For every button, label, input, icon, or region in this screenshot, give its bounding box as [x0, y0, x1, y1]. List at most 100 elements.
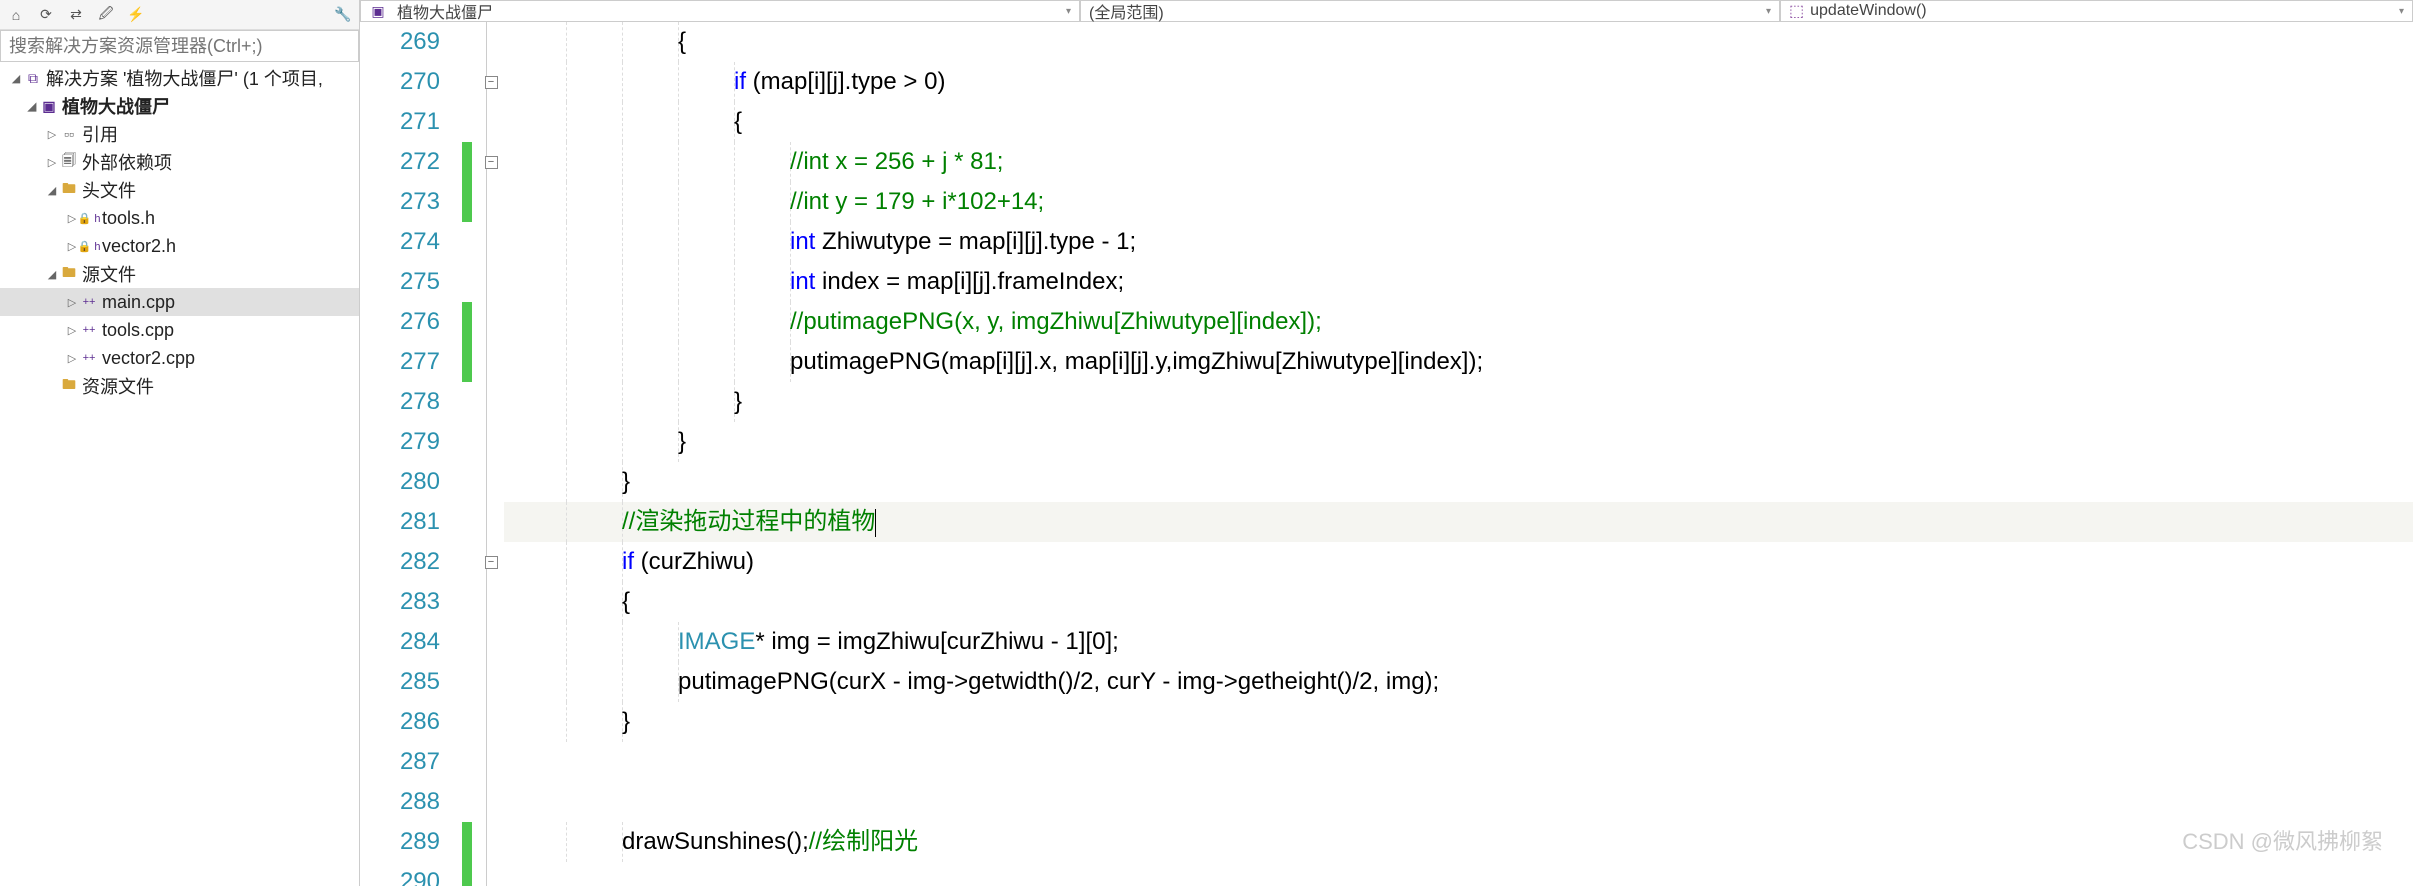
line-number: 278 — [360, 382, 440, 422]
fold-cell — [478, 222, 504, 262]
project-label: 植物大战僵尸 — [62, 93, 170, 119]
line-number: 277 — [360, 342, 440, 382]
change-marker — [460, 542, 478, 582]
line-number: 287 — [360, 742, 440, 782]
resources-folder-node[interactable]: 🖿 资源文件 — [0, 372, 359, 400]
sources-label: 源文件 — [82, 261, 136, 287]
fold-cell — [478, 782, 504, 822]
line-number: 282 — [360, 542, 440, 582]
header-file-node[interactable]: ▷ 🔒 h vector2.h — [0, 232, 359, 260]
external-deps-node[interactable]: ▷ 🗐 外部依赖项 — [0, 148, 359, 176]
fold-cell — [478, 462, 504, 502]
fold-toggle[interactable]: − — [485, 156, 498, 169]
code-line[interactable] — [504, 742, 2413, 782]
file-label: tools.h — [102, 208, 155, 229]
search-input-container[interactable] — [0, 30, 359, 62]
code-line[interactable]: } — [504, 462, 2413, 502]
code-line[interactable]: drawSunshines();//绘制阳光 — [504, 822, 2413, 862]
source-file-node[interactable]: ▷ ++ tools.cpp — [0, 316, 359, 344]
header-file-node[interactable]: ▷ 🔒 h tools.h — [0, 204, 359, 232]
change-marker — [462, 862, 472, 886]
breadcrumb-file[interactable]: ▣ 植物大战僵尸 ▾ — [360, 0, 1080, 21]
references-node[interactable]: ▷ ▫▫ 引用 — [0, 120, 359, 148]
expand-arrow-icon[interactable]: ▷ — [64, 296, 80, 309]
file-label: main.cpp — [102, 292, 175, 313]
fold-toggle[interactable]: − — [485, 556, 498, 569]
expand-arrow-icon[interactable]: ▷ — [64, 352, 80, 365]
code-line[interactable]: //putimagePNG(x, y, imgZhiwu[Zhiwutype][… — [504, 302, 2413, 342]
collapse-arrow-icon[interactable]: ◢ — [44, 268, 60, 281]
home-icon[interactable]: ⌂ — [6, 5, 26, 25]
breadcrumb-scope[interactable]: (全局范围) ▾ — [1080, 0, 1780, 21]
expand-arrow-icon[interactable]: ▷ — [44, 156, 60, 169]
code-line[interactable]: putimagePNG(map[i][j].x, map[i][j].y,img… — [504, 342, 2413, 382]
code-line[interactable] — [504, 862, 2413, 886]
source-file-node[interactable]: ▷ ++ vector2.cpp — [0, 344, 359, 372]
chevron-down-icon[interactable]: ▾ — [2399, 6, 2404, 17]
change-marker — [462, 822, 472, 862]
code-editor[interactable]: 2692702712722732742752762772782792802812… — [360, 22, 2413, 886]
solution-node[interactable]: ◢ ⧉ 解决方案 '植物大战僵尸' (1 个项目, — [0, 64, 359, 92]
fold-toggle[interactable]: − — [485, 76, 498, 89]
code-area[interactable]: {if (map[i][j].type > 0){//int x = 256 +… — [504, 22, 2413, 886]
wrench2-icon[interactable]: 🔧 — [333, 5, 353, 25]
expand-arrow-icon[interactable]: ▷ — [64, 324, 80, 337]
change-marker — [460, 742, 478, 782]
references-icon: ▫▫ — [60, 125, 78, 143]
breadcrumb-file-label: 植物大战僵尸 — [397, 0, 493, 23]
project-icon: ▣ — [369, 2, 387, 20]
fold-cell: − — [478, 62, 504, 102]
project-node[interactable]: ◢ ▣ 植物大战僵尸 — [0, 92, 359, 120]
change-marker — [460, 102, 478, 142]
line-number: 274 — [360, 222, 440, 262]
expand-arrow-icon[interactable]: ▷ — [44, 128, 60, 141]
search-input[interactable] — [9, 36, 350, 57]
line-number: 271 — [360, 102, 440, 142]
editor-main: ▣ 植物大战僵尸 ▾ (全局范围) ▾ ⬚ updateWindow() ▾ 2… — [360, 0, 2413, 886]
refresh-icon[interactable]: ⟳ — [36, 5, 56, 25]
code-line[interactable]: //int x = 256 + j * 81; — [504, 142, 2413, 182]
fold-cell — [478, 102, 504, 142]
sources-folder-node[interactable]: ◢ 🖿 源文件 — [0, 260, 359, 288]
wrench-icon[interactable]: ⚡ — [126, 5, 146, 25]
sync-icon[interactable]: 🖉 — [96, 5, 116, 25]
fold-cell — [478, 702, 504, 742]
code-line[interactable]: } — [504, 422, 2413, 462]
resources-label: 资源文件 — [82, 373, 154, 399]
code-line[interactable]: //int y = 179 + i*102+14; — [504, 182, 2413, 222]
collapse-arrow-icon[interactable]: ◢ — [8, 72, 24, 85]
code-line[interactable]: //渲染拖动过程中的植物 — [504, 502, 2413, 542]
folder-icon: 🖿 — [60, 181, 78, 199]
code-line[interactable]: int index = map[i][j].frameIndex; — [504, 262, 2413, 302]
function-icon: ⬚ — [1789, 1, 1804, 21]
collapse-icon[interactable]: ⇄ — [66, 5, 86, 25]
code-line[interactable]: if (curZhiwu) — [504, 542, 2413, 582]
code-line[interactable]: } — [504, 702, 2413, 742]
code-line[interactable]: if (map[i][j].type > 0) — [504, 62, 2413, 102]
text-cursor — [875, 509, 876, 537]
cpp-file-icon: ++ — [80, 321, 98, 339]
headers-folder-node[interactable]: ◢ 🖿 头文件 — [0, 176, 359, 204]
chevron-down-icon[interactable]: ▾ — [1066, 6, 1071, 17]
change-marker — [462, 302, 472, 342]
code-line[interactable]: { — [504, 22, 2413, 62]
code-line[interactable]: int Zhiwutype = map[i][j].type - 1; — [504, 222, 2413, 262]
line-number: 280 — [360, 462, 440, 502]
external-deps-icon: 🗐 — [60, 153, 78, 171]
line-number: 286 — [360, 702, 440, 742]
chevron-down-icon[interactable]: ▾ — [1766, 6, 1771, 17]
breadcrumb-function[interactable]: ⬚ updateWindow() ▾ — [1780, 0, 2413, 21]
fold-cell: − — [478, 142, 504, 182]
collapse-arrow-icon[interactable]: ◢ — [44, 184, 60, 197]
code-line[interactable]: putimagePNG(curX - img->getwidth()/2, cu… — [504, 662, 2413, 702]
collapse-arrow-icon[interactable]: ◢ — [24, 100, 40, 113]
source-file-node-active[interactable]: ▷ ++ main.cpp — [0, 288, 359, 316]
code-line[interactable]: { — [504, 582, 2413, 622]
code-line[interactable]: { — [504, 102, 2413, 142]
code-line[interactable]: } — [504, 382, 2413, 422]
code-line[interactable] — [504, 782, 2413, 822]
fold-cell — [478, 582, 504, 622]
code-line[interactable]: IMAGE* img = imgZhiwu[curZhiwu - 1][0]; — [504, 622, 2413, 662]
fold-cell: − — [478, 542, 504, 582]
cpp-file-icon: ++ — [80, 349, 98, 367]
